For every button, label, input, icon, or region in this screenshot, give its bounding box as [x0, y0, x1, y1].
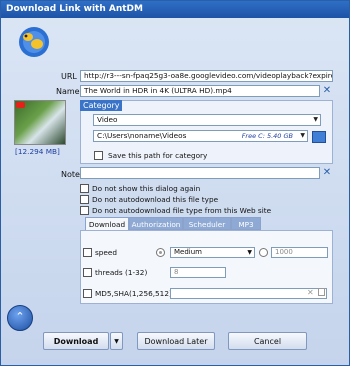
- threads-field[interactable]: 8: [170, 267, 226, 278]
- note-field[interactable]: [80, 167, 320, 179]
- tab-mp3[interactable]: MP3: [231, 217, 261, 230]
- download-later-button[interactable]: Download Later: [137, 332, 215, 350]
- name-label: Name: [56, 87, 80, 96]
- window-title: Download Link with AntDM: [6, 4, 143, 14]
- video-thumbnail: [14, 100, 66, 145]
- save-path-value: C:\Users\noname\Videos: [97, 131, 187, 140]
- download-options-dropdown[interactable]: ▼: [110, 332, 123, 350]
- tab-scheduler[interactable]: Scheduler: [183, 217, 231, 230]
- folder-icon[interactable]: [312, 131, 326, 143]
- chevron-down-icon: ▼: [300, 132, 305, 139]
- speed-select-value: Medium: [174, 248, 202, 256]
- hash-checkbox[interactable]: [83, 289, 92, 298]
- category-header: Category: [80, 100, 122, 111]
- category-select-value: Video: [97, 115, 118, 124]
- chevron-down-icon: ▼: [313, 116, 318, 123]
- option-checkbox[interactable]: [80, 195, 89, 204]
- antdm-logo-icon: [15, 23, 53, 61]
- category-select[interactable]: Video ▼: [93, 114, 321, 126]
- save-path-label: Save this path for category: [108, 151, 208, 160]
- tab-authorization[interactable]: Authorization: [129, 217, 183, 230]
- chevron-down-icon: ▼: [247, 249, 252, 256]
- save-path-checkbox[interactable]: [94, 151, 103, 160]
- option-checkbox[interactable]: [80, 184, 89, 193]
- speed-value-field[interactable]: 1000: [271, 247, 328, 258]
- download-button[interactable]: Download: [43, 332, 109, 350]
- hash-label: MD5,SHA(1,256,512): [95, 289, 172, 298]
- speed-select[interactable]: Medium ▼: [170, 247, 255, 258]
- speed-custom-radio[interactable]: [259, 248, 268, 257]
- file-size: [12.294 MB]: [15, 147, 60, 156]
- download-dialog: Download Link with AntDM URL http://r3--…: [0, 0, 350, 366]
- save-path-select[interactable]: C:\Users\noname\Videos Free C: 5.40 GB ▼: [93, 130, 308, 142]
- clear-name-icon[interactable]: ✕: [322, 86, 332, 96]
- youtube-icon: [16, 102, 25, 108]
- speed-checkbox[interactable]: [83, 248, 92, 257]
- name-field[interactable]: The World in HDR in 4K (ULTRA HD).mp4: [80, 85, 320, 97]
- hash-field[interactable]: [170, 288, 327, 299]
- url-label: URL: [61, 72, 77, 81]
- speed-label: speed: [95, 248, 118, 257]
- note-label: Note: [61, 170, 80, 179]
- option-label: Do not autodownload this file type: [92, 195, 219, 204]
- clear-hash-icon[interactable]: ✕: [307, 288, 314, 297]
- url-field[interactable]: http://r3---sn-fpaq25g3-oa8e.googlevideo…: [80, 70, 333, 82]
- option-label: Do not show this dialog again: [92, 184, 201, 193]
- threads-label: threads (1-32): [95, 268, 148, 277]
- paste-icon[interactable]: [318, 288, 325, 296]
- speed-preset-radio[interactable]: [156, 248, 165, 257]
- chevron-down-icon: ▼: [114, 338, 119, 345]
- option-label: Do not autodownload file type from this …: [92, 206, 272, 215]
- collapse-up-icon[interactable]: ⌃: [7, 305, 33, 331]
- tab-download[interactable]: Download: [85, 217, 129, 230]
- clear-note-icon[interactable]: ✕: [322, 168, 332, 178]
- option-checkbox[interactable]: [80, 206, 89, 215]
- threads-checkbox[interactable]: [83, 268, 92, 277]
- cancel-button[interactable]: Cancel: [228, 332, 307, 350]
- free-space-label: Free C: 5.40 GB: [241, 132, 293, 140]
- title-bar[interactable]: Download Link with AntDM: [1, 1, 349, 18]
